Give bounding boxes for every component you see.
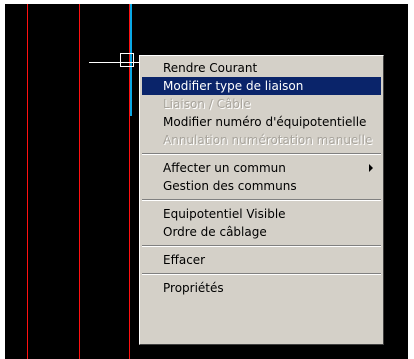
menu-separator [142, 153, 381, 155]
window: Rendre Courant Modifier type de liaison … [0, 0, 414, 359]
menu-item-label: Liaison / Câble [163, 97, 251, 111]
menu-item-label: Rendre Courant [163, 61, 258, 75]
menu-item-label: Equipotentiel Visible [163, 207, 286, 221]
menu-item-ordre-cablage[interactable]: Ordre de câblage [142, 223, 381, 241]
pickbox-cursor [120, 53, 134, 67]
context-menu: Rendre Courant Modifier type de liaison … [139, 55, 384, 345]
menu-item-liaison-cable: Liaison / Câble [142, 95, 381, 113]
menu-item-modifier-numero-equipotentielle[interactable]: Modifier numéro d'équipotentielle [142, 113, 381, 131]
menu-separator [142, 245, 381, 247]
menu-item-label: Modifier type de liaison [163, 79, 304, 93]
menu-item-label: Affecter un commun [163, 161, 286, 175]
menu-item-affecter-commun[interactable]: Affecter un commun [142, 159, 381, 177]
submenu-arrow-icon [369, 164, 373, 172]
wire-line[interactable] [79, 4, 80, 359]
menu-item-label: Propriétés [163, 281, 224, 295]
menu-item-label: Gestion des communs [163, 179, 297, 193]
wire-line[interactable] [27, 4, 28, 359]
menu-item-equipotentiel-visible[interactable]: Equipotentiel Visible [142, 205, 381, 223]
menu-item-annulation-numerotation: Annulation numérotation manuelle [142, 131, 381, 149]
menu-item-gestion-communs[interactable]: Gestion des communs [142, 177, 381, 195]
menu-item-modifier-type-liaison[interactable]: Modifier type de liaison [142, 77, 381, 95]
menu-separator [142, 199, 381, 201]
menu-item-effacer[interactable]: Effacer [142, 251, 381, 269]
menu-item-rendre-courant[interactable]: Rendre Courant [142, 59, 381, 77]
menu-item-label: Annulation numérotation manuelle [163, 133, 373, 147]
menu-item-label: Modifier numéro d'équipotentielle [163, 115, 367, 129]
menu-item-proprietes[interactable]: Propriétés [142, 279, 381, 297]
menu-item-label: Ordre de câblage [163, 225, 267, 239]
menu-item-label: Effacer [163, 253, 206, 267]
menu-separator [142, 273, 381, 275]
